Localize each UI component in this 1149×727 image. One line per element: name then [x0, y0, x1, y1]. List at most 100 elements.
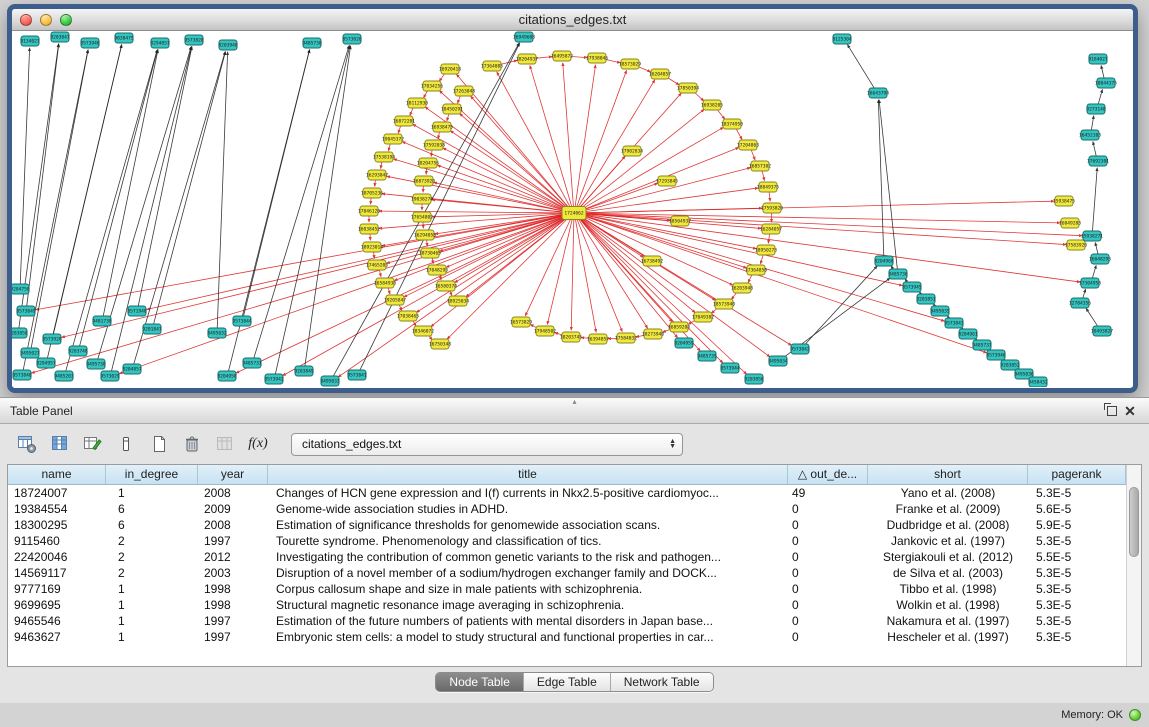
graph-edge[interactable] — [217, 52, 227, 328]
graph-edge[interactable] — [375, 180, 376, 186]
graph-node[interactable]: 8573049 — [16, 306, 36, 316]
graph-edge[interactable] — [1092, 265, 1096, 278]
graph-node[interactable]: 17583920 — [1065, 240, 1087, 250]
graph-edge[interactable] — [20, 48, 29, 284]
graph-node[interactable]: 16452103 — [1079, 130, 1101, 140]
graph-node[interactable]: 16203948 — [731, 283, 753, 293]
graph-node[interactable]: 16872201 — [393, 116, 415, 126]
graph-edge[interactable] — [447, 216, 570, 339]
graph-node[interactable]: 17304958 — [1079, 278, 1101, 288]
graph-node[interactable]: 9284750 — [12, 284, 30, 294]
network-table-select[interactable]: citations_edges.txt ▲▼ — [291, 433, 683, 456]
graph-node[interactable]: 8573944 — [720, 363, 740, 373]
graph-edge[interactable] — [579, 215, 732, 285]
graph-node[interactable]: 16643794 — [867, 88, 889, 98]
graph-node[interactable]: 9203851 — [916, 294, 936, 304]
graph-edge[interactable] — [119, 215, 568, 374]
graph-node[interactable]: 9573841 — [347, 370, 367, 380]
graph-node[interactable]: 8573945 — [902, 282, 922, 292]
graph-edge[interactable] — [138, 47, 192, 306]
column-header[interactable]: in_degree — [106, 465, 198, 484]
table-row[interactable]: 969969511998Structural magnetic resonanc… — [8, 597, 1126, 613]
graph-node[interactable]: 16038452 — [358, 224, 380, 234]
table-settings-button[interactable] — [13, 430, 41, 458]
graph-edge[interactable] — [760, 254, 763, 263]
graph-node[interactable]: 8573940 — [80, 38, 100, 48]
graph-edge[interactable] — [1086, 309, 1098, 328]
graph-node[interactable]: 17364850 — [745, 265, 767, 275]
graph-node[interactable]: 19045372 — [382, 134, 404, 144]
graph-node[interactable]: 17049382 — [692, 312, 714, 322]
graph-node[interactable]: 18730465 — [419, 248, 441, 258]
graph-node[interactable]: 12704356 — [1069, 298, 1091, 308]
graph-node[interactable]: 16738492 — [641, 256, 663, 266]
graph-node[interactable]: 9573820 — [184, 35, 204, 45]
graph-node[interactable]: 16584930 — [374, 278, 396, 288]
column-header[interactable]: pagerank — [1028, 465, 1126, 484]
scrollbar-thumb[interactable] — [1129, 487, 1139, 557]
graph-node[interactable]: 17048293 — [426, 265, 448, 275]
graph-node[interactable]: 19205847 — [384, 295, 406, 305]
graph-node[interactable]: 8495035 — [930, 306, 950, 316]
column-header[interactable]: year — [198, 465, 268, 484]
graph-node[interactable]: 8573026 — [342, 34, 362, 44]
graph-node[interactable]: 16048293 — [1089, 254, 1111, 264]
graph-node[interactable]: 9203850 — [744, 374, 764, 384]
graph-node[interactable]: 18273940 — [642, 329, 664, 339]
graph-node[interactable]: 17654802 — [411, 212, 433, 222]
graph-node[interactable]: 8204960 — [874, 256, 894, 266]
citation-network-graph[interactable]: 1724062169204181703425618112930168722011… — [12, 31, 1133, 387]
graph-node[interactable]: 16938475 — [431, 122, 453, 132]
table-row[interactable]: 911546021997Tourette syndrome. Phenomeno… — [8, 533, 1126, 549]
graph-node[interactable]: 15938271 — [1081, 231, 1103, 241]
graph-node[interactable]: 9573844 — [232, 316, 252, 326]
graph-node[interactable]: 8204959 — [674, 338, 694, 348]
graph-edge[interactable] — [736, 128, 742, 139]
column-header[interactable]: name — [8, 465, 106, 484]
graph-edge[interactable] — [563, 63, 574, 208]
graph-edge[interactable] — [134, 52, 225, 364]
graph-edge[interactable] — [580, 213, 1082, 235]
edit-table-button[interactable] — [79, 430, 107, 458]
panel-resize-grip[interactable]: ▴ — [572, 398, 576, 406]
graph-node[interactable]: 16573829 — [510, 317, 532, 327]
graph-node[interactable]: 18950273 — [755, 245, 777, 255]
graph-node[interactable]: 16859204 — [668, 322, 690, 332]
graph-node[interactable]: 9203849 — [294, 366, 314, 376]
graph-edge[interactable] — [769, 192, 770, 201]
graph-edge[interactable] — [32, 214, 569, 373]
graph-edge[interactable] — [762, 171, 764, 181]
graph-edge[interactable] — [432, 200, 568, 213]
graph-node[interactable]: 8125304 — [832, 34, 852, 44]
graph-node[interactable]: 16938205 — [701, 100, 723, 110]
column-header[interactable]: short — [868, 465, 1028, 484]
graph-node[interactable]: 8495032 — [207, 328, 227, 338]
graph-edge[interactable] — [450, 131, 569, 210]
graph-node[interactable]: 17593820 — [761, 203, 783, 213]
graph-edge[interactable] — [1095, 243, 1098, 255]
graph-edge[interactable] — [580, 214, 902, 285]
network-canvas[interactable]: 1724062169204181703425618112930168722011… — [12, 31, 1133, 387]
graph-edge[interactable] — [804, 266, 877, 345]
table-scrollbar[interactable] — [1126, 465, 1141, 666]
graph-node[interactable]: 16294058 — [414, 230, 436, 240]
graph-node[interactable]: 9273140 — [1086, 104, 1106, 114]
graph-node[interactable]: 8204957 — [36, 358, 56, 368]
graph-node[interactable]: 18450291 — [441, 104, 463, 114]
table-row[interactable]: 2242004622012Investigating the contribut… — [8, 549, 1126, 565]
graph-edge[interactable] — [578, 216, 746, 374]
graph-node[interactable]: 8571940 — [127, 306, 147, 316]
graph-node[interactable]: 8495034 — [768, 356, 788, 366]
table-row[interactable]: 1938455462009Genome-wide association stu… — [8, 501, 1126, 517]
graph-node[interactable]: 18504937 — [669, 216, 691, 226]
graph-node[interactable]: 18573940 — [713, 299, 735, 309]
graph-node[interactable]: 8204857 — [122, 364, 142, 374]
graph-node[interactable]: 9573843 — [944, 318, 964, 328]
graph-edge[interactable] — [497, 72, 571, 209]
graph-node[interactable]: 16394857 — [587, 334, 609, 344]
graph-edge[interactable] — [427, 240, 428, 246]
graph-node[interactable]: 17538194 — [373, 152, 395, 162]
graph-node[interactable]: 17692301 — [1087, 156, 1109, 166]
graph-node[interactable]: 9038475 — [114, 33, 134, 43]
graph-edge[interactable] — [575, 65, 596, 208]
